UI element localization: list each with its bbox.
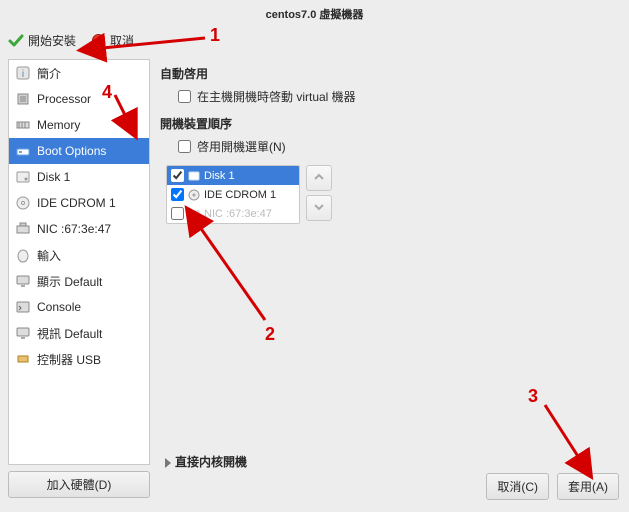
boot-item-disk1[interactable]: Disk 1 bbox=[167, 166, 299, 185]
sidebar-item-label: IDE CDROM 1 bbox=[37, 196, 116, 210]
check-icon bbox=[8, 33, 24, 49]
sidebar-item-nic[interactable]: NIC :67:3e:47 bbox=[9, 216, 149, 242]
boot-item-cdrom[interactable]: IDE CDROM 1 bbox=[167, 185, 299, 204]
cancel-install-button[interactable]: 取消 bbox=[90, 32, 134, 49]
cancel-button[interactable]: 取消(C) bbox=[486, 473, 549, 500]
boot-item-checkbox[interactable] bbox=[171, 207, 184, 220]
sidebar-item-label: Boot Options bbox=[37, 144, 106, 158]
sidebar-item-label: NIC :67:3e:47 bbox=[37, 222, 111, 236]
display-icon bbox=[15, 273, 31, 289]
boot-item-label: NIC :67:3e:47 bbox=[204, 208, 272, 220]
boot-item-label: IDE CDROM 1 bbox=[204, 189, 276, 201]
add-hardware-button[interactable]: 加入硬體(D) bbox=[8, 471, 150, 498]
sidebar-item-video[interactable]: 視訊 Default bbox=[9, 320, 149, 346]
sidebar-item-label: 視訊 Default bbox=[37, 325, 102, 342]
sidebar-item-label: 控制器 USB bbox=[37, 351, 101, 368]
sidebar-item-input[interactable]: 輸入 bbox=[9, 242, 149, 268]
annotation-number-1: 1 bbox=[210, 25, 220, 46]
video-icon bbox=[15, 325, 31, 341]
svg-text:i: i bbox=[22, 69, 24, 80]
boot-item-checkbox[interactable] bbox=[171, 188, 184, 201]
sidebar-item-usb[interactable]: 控制器 USB bbox=[9, 346, 149, 372]
bootorder-heading: 開機裝置順序 bbox=[160, 115, 621, 132]
disk-icon bbox=[188, 170, 200, 182]
annotation-number-4: 4 bbox=[102, 82, 112, 103]
cpu-icon bbox=[15, 91, 31, 107]
autostart-label: 在主機開機時啓動 virtual 機器 bbox=[197, 88, 356, 105]
nic-icon bbox=[188, 208, 200, 220]
enable-boot-menu-label: 啓用開機選單(N) bbox=[197, 138, 286, 155]
memory-icon bbox=[15, 117, 31, 133]
sidebar-item-label: Memory bbox=[37, 118, 80, 132]
input-icon bbox=[15, 247, 31, 263]
cancel-install-label: 取消 bbox=[110, 32, 134, 49]
sidebar-item-console[interactable]: Console bbox=[9, 294, 149, 320]
direct-kernel-expander[interactable]: 直接内核開機 bbox=[165, 453, 247, 470]
boot-item-label: Disk 1 bbox=[204, 170, 235, 182]
boot-item-checkbox[interactable] bbox=[171, 169, 184, 182]
sidebar-item-cdrom[interactable]: IDE CDROM 1 bbox=[9, 190, 149, 216]
direct-kernel-label: 直接内核開機 bbox=[175, 455, 247, 469]
sidebar-item-display[interactable]: 顯示 Default bbox=[9, 268, 149, 294]
disk-icon bbox=[15, 169, 31, 185]
sidebar-item-label: 簡介 bbox=[37, 65, 61, 82]
sidebar-item-processor[interactable]: Processor bbox=[9, 86, 149, 112]
stop-icon bbox=[90, 33, 106, 49]
chevron-up-icon bbox=[313, 171, 325, 186]
enable-boot-menu-checkbox[interactable] bbox=[178, 140, 191, 153]
begin-install-label: 開始安裝 bbox=[28, 32, 76, 49]
autostart-heading: 自動啓用 bbox=[160, 65, 621, 82]
sidebar-item-memory[interactable]: Memory bbox=[9, 112, 149, 138]
boot-item-nic[interactable]: NIC :67:3e:47 bbox=[167, 204, 299, 223]
cdrom-icon bbox=[15, 195, 31, 211]
sidebar-item-label: 顯示 Default bbox=[37, 273, 102, 290]
cdrom-icon bbox=[188, 189, 200, 201]
usb-icon bbox=[15, 351, 31, 367]
sidebar-item-boot-options[interactable]: Boot Options bbox=[9, 138, 149, 164]
sidebar-item-label: Disk 1 bbox=[37, 170, 70, 184]
expand-icon bbox=[165, 458, 171, 468]
move-down-button[interactable] bbox=[306, 195, 332, 221]
sidebar-item-label: Processor bbox=[37, 92, 91, 106]
chevron-down-icon bbox=[313, 201, 325, 216]
autostart-checkbox[interactable] bbox=[178, 90, 191, 103]
toolbar: 開始安裝 取消 bbox=[0, 30, 629, 59]
sidebar-item-label: 輸入 bbox=[37, 247, 61, 264]
console-icon bbox=[15, 299, 31, 315]
annotation-number-3: 3 bbox=[528, 386, 538, 407]
sidebar-item-label: Console bbox=[37, 300, 81, 314]
sidebar: i 簡介 Processor Memory Boot Opt bbox=[8, 59, 150, 465]
boot-device-list[interactable]: Disk 1 IDE CDROM 1 NIC : bbox=[166, 165, 300, 224]
sidebar-item-overview[interactable]: i 簡介 bbox=[9, 60, 149, 86]
begin-install-button[interactable]: 開始安裝 bbox=[8, 32, 76, 49]
apply-button[interactable]: 套用(A) bbox=[557, 473, 619, 500]
boot-icon bbox=[15, 143, 31, 159]
annotation-number-2: 2 bbox=[265, 324, 275, 345]
move-up-button[interactable] bbox=[306, 165, 332, 191]
sidebar-item-disk1[interactable]: Disk 1 bbox=[9, 164, 149, 190]
window-title: centos7.0 虛擬機器 bbox=[0, 0, 629, 30]
nic-icon bbox=[15, 221, 31, 237]
info-icon: i bbox=[15, 65, 31, 81]
